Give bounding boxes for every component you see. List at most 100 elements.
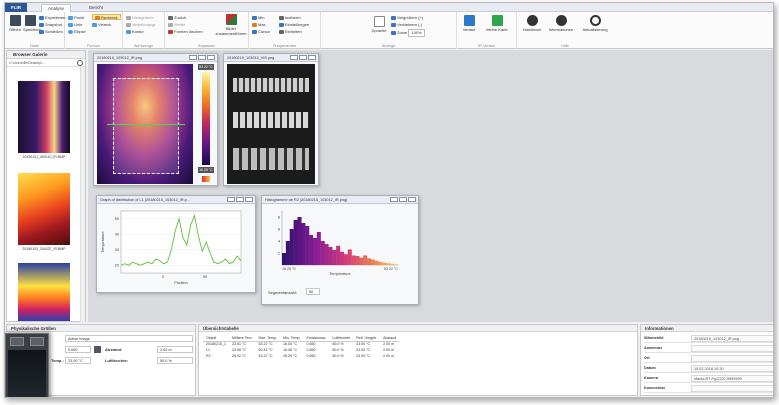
- histogram-window[interactable]: Histogramme de R2 (20180215_103012_IR.pn…: [261, 195, 419, 305]
- close-button[interactable]: [408, 197, 416, 202]
- minimize-button[interactable]: [290, 55, 298, 60]
- tool-viereck[interactable]: Viereck: [92, 22, 111, 28]
- search-icon[interactable]: [77, 60, 83, 66]
- gallery-item[interactable]: 20150103_204337_IR.BMP: [18, 173, 70, 253]
- maximize-button[interactable]: [399, 197, 407, 202]
- image-select[interactable]: Active image: [65, 335, 193, 342]
- export-button[interactable]: Exportieren: [39, 15, 65, 21]
- zoom-out-button[interactable]: Verkleinern (-): [391, 22, 422, 28]
- maximize-button[interactable]: [236, 197, 244, 202]
- path-field[interactable]: C:\Users\flir\Desktop\...: [7, 59, 85, 67]
- distribution-button[interactable]: Verteilungsgr.: [126, 22, 156, 28]
- line-icon: [68, 22, 73, 27]
- tool-linie[interactable]: Linie: [68, 22, 82, 28]
- maximize-button[interactable]: [299, 55, 307, 60]
- update-button[interactable]: Aktualisierung: [579, 15, 611, 32]
- histogram-bar: [312, 238, 317, 265]
- thermal-image[interactable]: [97, 64, 193, 184]
- maximize-button[interactable]: [198, 55, 206, 60]
- emissivity-table-icon[interactable]: [94, 346, 101, 353]
- info-value-field[interactable]: [691, 355, 773, 362]
- humidity-field[interactable]: 50.0 %: [157, 357, 193, 364]
- tab-bericht[interactable]: Bericht: [83, 4, 109, 12]
- reflected-temp-field[interactable]: 23.00 °C: [65, 357, 91, 364]
- max-button[interactable]: Max: [252, 22, 266, 28]
- maximize-button[interactable]: [10, 337, 24, 346]
- info-value-field[interactable]: [691, 345, 773, 352]
- roi-rectangle-r2[interactable]: [113, 78, 179, 174]
- tool-rechteck[interactable]: Rechteck: [92, 14, 121, 20]
- floating-image-window[interactable]: [5, 333, 49, 397]
- tool-ellipse[interactable]: Ellipse: [68, 29, 86, 35]
- close-button[interactable]: Schließen: [39, 29, 63, 35]
- save-button[interactable]: Speichern: [23, 15, 41, 32]
- minimize-button[interactable]: [227, 197, 235, 202]
- visual-image[interactable]: [227, 64, 315, 184]
- units-button[interactable]: Einheiten: [279, 29, 302, 35]
- folder-icon: [9, 15, 21, 26]
- undo-button[interactable]: Zurück: [168, 15, 186, 21]
- info-row: Kommentar: [644, 384, 773, 393]
- thermal-image-window[interactable]: 20180215_103012_IR.png 53.22 °C 16.25 °C: [93, 53, 218, 186]
- info-value-field[interactable]: [691, 385, 773, 392]
- isotherm-button[interactable]: Isotherm: [279, 15, 301, 21]
- history-button[interactable]: Verlauf: [461, 15, 477, 32]
- distribution-graph-window[interactable]: Graph of distribution of L1 (20180215_10…: [96, 195, 256, 293]
- close-button[interactable]: [30, 337, 44, 346]
- temp-label: Temp.:: [51, 358, 64, 363]
- settings-button[interactable]: Einstellungen: [279, 22, 309, 28]
- open-button[interactable]: Öffnen: [9, 15, 21, 32]
- delete-icon: [168, 29, 173, 34]
- gallery-item[interactable]: 20150101_000110_IR.BMP: [18, 81, 70, 161]
- info-value-field[interactable]: 20180215_103012_IR.png: [691, 335, 773, 342]
- info-value-field[interactable]: 15.02.2018 10:30: [691, 365, 773, 372]
- zoom-in-button[interactable]: Vergrößern (+): [391, 15, 423, 21]
- ribbon-group-hilfe: Handbuch Informationen Aktualisierung Hi…: [517, 12, 613, 49]
- histogram-bar: [285, 241, 290, 265]
- close-button[interactable]: [245, 197, 253, 202]
- y-tick-label: 50: [115, 217, 119, 221]
- contour-button[interactable]: Kontur: [126, 29, 144, 35]
- table-row[interactable]: R2 28.02 °C 53.22 °C 16.25 °C 0.650 50.0 % 23.…: [203, 353, 399, 359]
- ribbon-group-anzeige: Sprache Vergrößern (+) Verkleinern (-) Z…: [321, 12, 457, 49]
- line-roi-l1[interactable]: [107, 124, 185, 125]
- clear-shapes-button[interactable]: Formen löschen: [168, 29, 203, 35]
- gallery-scrollbar[interactable]: [80, 67, 85, 322]
- panel-title: Informationen: [641, 325, 773, 332]
- histogram-button[interactable]: Histogramm: [126, 15, 154, 21]
- merge-images-button[interactable]: Bilder zusammenführen: [215, 14, 247, 36]
- distance-field[interactable]: 2.00 m: [157, 346, 193, 353]
- histogram-bar: [394, 264, 399, 265]
- tab-analyse[interactable]: Analyse: [41, 4, 72, 12]
- zoom-select[interactable]: Zoom 100%: [391, 29, 425, 37]
- workspace: 20180215_103012_IR.png 53.22 °C 16.25 °C…: [88, 50, 773, 322]
- redo-button[interactable]: Weiter: [168, 22, 185, 28]
- group-label: Anzeige: [381, 44, 396, 48]
- info-value-field[interactable]: Marke/ST-Pg/2222-9999999: [691, 375, 773, 382]
- group-label: Temperaturen: [272, 44, 297, 48]
- histogram-bar: [305, 226, 310, 265]
- snapshot-button[interactable]: Snapshot: [39, 22, 62, 28]
- info-button[interactable]: Informationen: [547, 15, 575, 32]
- min-button[interactable]: Min: [252, 15, 264, 21]
- gallery-item[interactable]: [18, 263, 70, 321]
- palette-icon[interactable]: [202, 176, 210, 182]
- close-button[interactable]: [207, 55, 215, 60]
- x-tick-label: 0: [162, 275, 164, 279]
- color-scale-bar[interactable]: [202, 72, 210, 165]
- ribbon: Öffnen Speichern Exportieren Snapshot Sc…: [5, 12, 773, 49]
- visual-image-window[interactable]: 20180215_103012_VIS.png: [223, 53, 319, 186]
- my-card-button[interactable]: Meine Karte: [485, 15, 509, 32]
- language-button[interactable]: Sprache: [371, 16, 387, 33]
- minimize-button[interactable]: [189, 55, 197, 60]
- manual-button[interactable]: Handbuch: [521, 15, 543, 32]
- window-title: Graph of distribution of L1 (20180215_10…: [97, 196, 255, 204]
- tool-punkt[interactable]: Punkt: [68, 15, 84, 21]
- minimize-button[interactable]: [390, 197, 398, 202]
- app-menu-button[interactable]: FLIR: [5, 3, 27, 12]
- browser-gallery-panel: Browser Galerie C:\Users\flir\Desktop\..…: [6, 50, 86, 322]
- cursor-button[interactable]: Cursor: [252, 29, 270, 35]
- segment-count-input[interactable]: 50: [306, 288, 320, 295]
- emissivity-field[interactable]: 0.650: [65, 346, 91, 353]
- close-button[interactable]: [308, 55, 316, 60]
